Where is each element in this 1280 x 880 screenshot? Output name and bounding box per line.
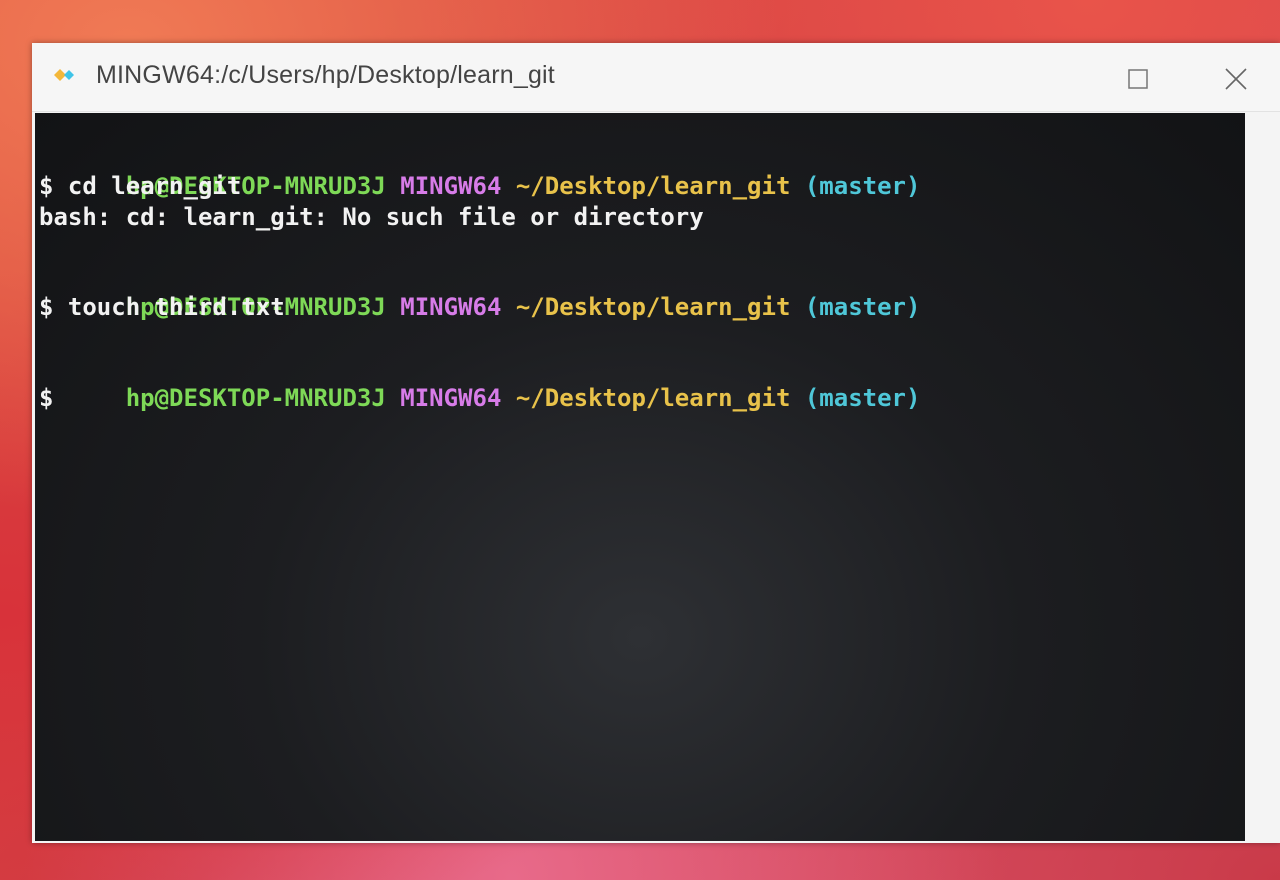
prompt-env: MINGW64 [400,293,502,321]
command-line: $ cd learn_git [39,172,242,200]
prompt-line: hp@DESKTOP-MNRUD3J MINGW64 ~/Desktop/lea… [39,353,921,443]
command-prompt-input[interactable]: $ [39,383,53,413]
maximize-icon [1127,68,1149,90]
close-icon [1224,67,1248,91]
prompt-branch: (master) [804,384,921,412]
prompt-user-host: hp@DESKTOP-MNRUD3J [125,384,386,412]
prompt-branch: (master) [804,293,921,321]
terminal-window: MINGW64:/c/Users/hp/Desktop/learn_git hp… [32,43,1280,843]
prompt-path: ~/Desktop/learn_git [515,172,791,200]
title-bar[interactable]: MINGW64:/c/Users/hp/Desktop/learn_git [32,43,1280,112]
command-line: $ touch third.txt [39,293,285,321]
maximize-button[interactable] [1114,57,1162,101]
git-bash-icon [50,65,78,85]
prompt-env: MINGW64 [400,384,502,412]
prompt-env: MINGW64 [400,172,502,200]
scrollbar[interactable] [1248,113,1280,841]
window-title: MINGW64:/c/Users/hp/Desktop/learn_git [96,61,555,89]
command-output: bash: cd: learn_git: No such file or dir… [39,203,704,231]
prompt-path: ~/Desktop/learn_git [515,384,791,412]
prompt-branch: (master) [804,172,921,200]
prompt-path: ~/Desktop/learn_git [515,293,791,321]
close-button[interactable] [1212,57,1260,101]
terminal-output-area[interactable]: hp@DESKTOP-MNRUD3J MINGW64 ~/Desktop/lea… [35,113,1245,841]
